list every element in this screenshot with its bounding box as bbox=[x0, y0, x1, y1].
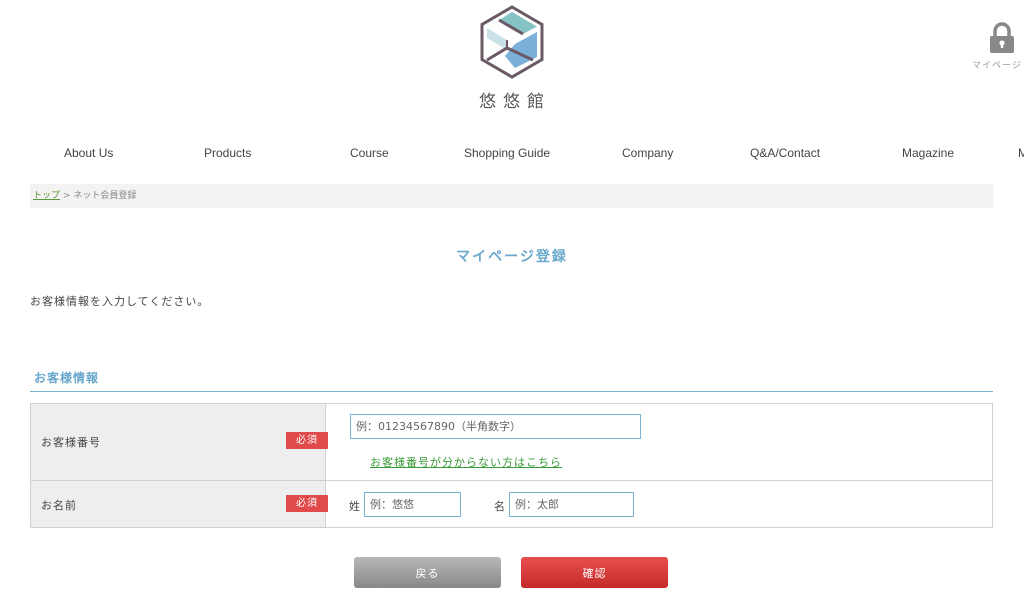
first-name-input[interactable] bbox=[509, 492, 634, 517]
breadcrumb-current: ネット会員登録 bbox=[73, 191, 137, 201]
mypage-label: マイページ bbox=[972, 61, 1022, 71]
lock-icon bbox=[990, 22, 1014, 53]
customer-number-help-link[interactable]: お客様番号が分からない方はこちら bbox=[370, 454, 562, 470]
customer-number-label-cell: お客様番号 必須 bbox=[30, 403, 328, 481]
nav-item-about-us[interactable]: About Us bbox=[64, 146, 113, 160]
required-badge: 必須 bbox=[286, 432, 328, 449]
nav-item-overflow[interactable]: M bbox=[1018, 146, 1024, 160]
customer-number-input[interactable] bbox=[350, 414, 641, 439]
section-title: お客様情報 bbox=[34, 371, 100, 385]
nav-item-company[interactable]: Company bbox=[622, 146, 673, 160]
brand-logo[interactable]: 悠悠館 bbox=[472, 4, 552, 116]
header: 悠悠館 マイページ bbox=[0, 0, 1024, 128]
nav-item-magazine[interactable]: Magazine bbox=[902, 146, 954, 160]
customer-number-label: お客様番号 bbox=[41, 436, 101, 449]
intro-text: お客様情報を入力してください。 bbox=[30, 295, 210, 308]
page-title: マイページ登録 bbox=[456, 249, 568, 265]
nav-item-course[interactable]: Course bbox=[350, 146, 389, 160]
last-name-input[interactable] bbox=[364, 492, 461, 517]
form-row-customer-number: お客様番号 必須 お客様番号が分からない方はこちら bbox=[30, 403, 993, 481]
customer-info-form: お客様番号 必須 お客様番号が分からない方はこちら お名前 必須 姓 名 bbox=[30, 403, 993, 528]
confirm-button[interactable]: 確認 bbox=[521, 557, 668, 588]
name-label-cell: お名前 必須 bbox=[30, 480, 328, 528]
name-field-cell: 姓 名 bbox=[325, 480, 993, 528]
nav-item-qa-contact[interactable]: Q&A/Contact bbox=[750, 146, 820, 160]
breadcrumb-separator: > bbox=[62, 191, 71, 201]
mypage-link[interactable]: マイページ bbox=[972, 22, 1024, 71]
breadcrumb: トップ > ネット会員登録 bbox=[30, 184, 993, 208]
form-row-name: お名前 必須 姓 名 bbox=[30, 480, 993, 528]
brand-logo-icon bbox=[480, 5, 544, 79]
section-divider bbox=[30, 391, 993, 392]
first-name-label: 名 bbox=[494, 500, 505, 513]
main-nav: About Us Products Course Shopping Guide … bbox=[0, 146, 1024, 162]
last-name-label: 姓 bbox=[349, 500, 360, 513]
customer-number-field-cell: お客様番号が分からない方はこちら bbox=[325, 403, 993, 481]
breadcrumb-home-link[interactable]: トップ bbox=[33, 191, 60, 201]
nav-item-products[interactable]: Products bbox=[204, 146, 251, 160]
back-button[interactable]: 戻る bbox=[354, 557, 501, 588]
required-badge: 必須 bbox=[286, 495, 328, 512]
brand-name: 悠悠館 bbox=[479, 92, 551, 112]
nav-item-shopping-guide[interactable]: Shopping Guide bbox=[464, 146, 550, 160]
name-label: お名前 bbox=[41, 499, 77, 512]
